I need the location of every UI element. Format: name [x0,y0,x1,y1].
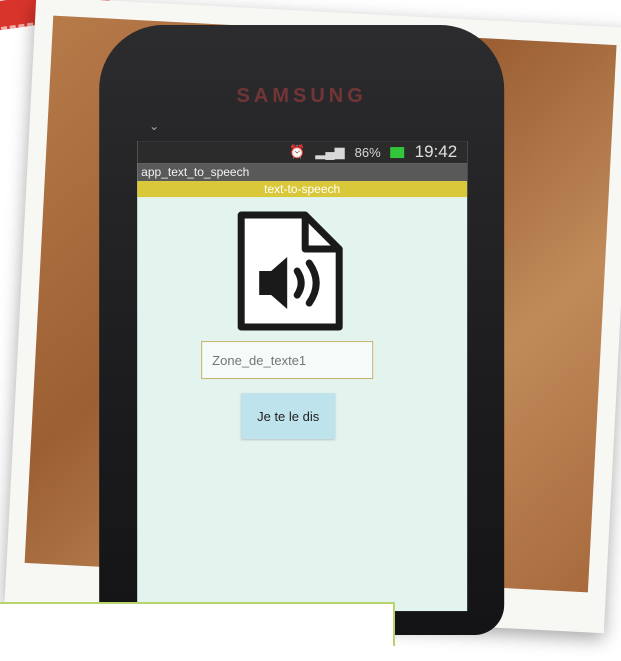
text-input-zone[interactable] [201,341,374,380]
status-bar: ⏰ ▂▄▆ 86% 19:42 [137,141,468,164]
battery-icon [390,146,405,158]
phone-screen: ⏰ ▂▄▆ 86% 19:42 app_text_to_speech text-… [137,141,468,612]
bottom-banner [0,602,395,648]
samsung-phone: SAMSUNG ⌄ ⏰ ▂▄▆ 86% 19:42 app_text_to_sp… [99,25,505,636]
alarm-icon: ⏰ [289,144,306,160]
battery-percent: 86% [354,144,381,160]
app-title-bar: app_text_to_speech [137,163,468,182]
polaroid-photo: SAMSUNG ⌄ ⏰ ▂▄▆ 86% 19:42 app_text_to_sp… [4,0,621,636]
audio-document-icon [229,209,349,333]
signal-icon: ▂▄▆ [315,144,345,160]
screen-title: text-to-speech [137,181,468,198]
chevron-down-icon: ⌄ [149,119,160,134]
speak-button[interactable]: Je te le dis [241,393,336,440]
phone-brand-label: SAMSUNG [236,85,367,108]
status-clock: 19:42 [414,142,458,162]
banner-edge [393,602,395,646]
